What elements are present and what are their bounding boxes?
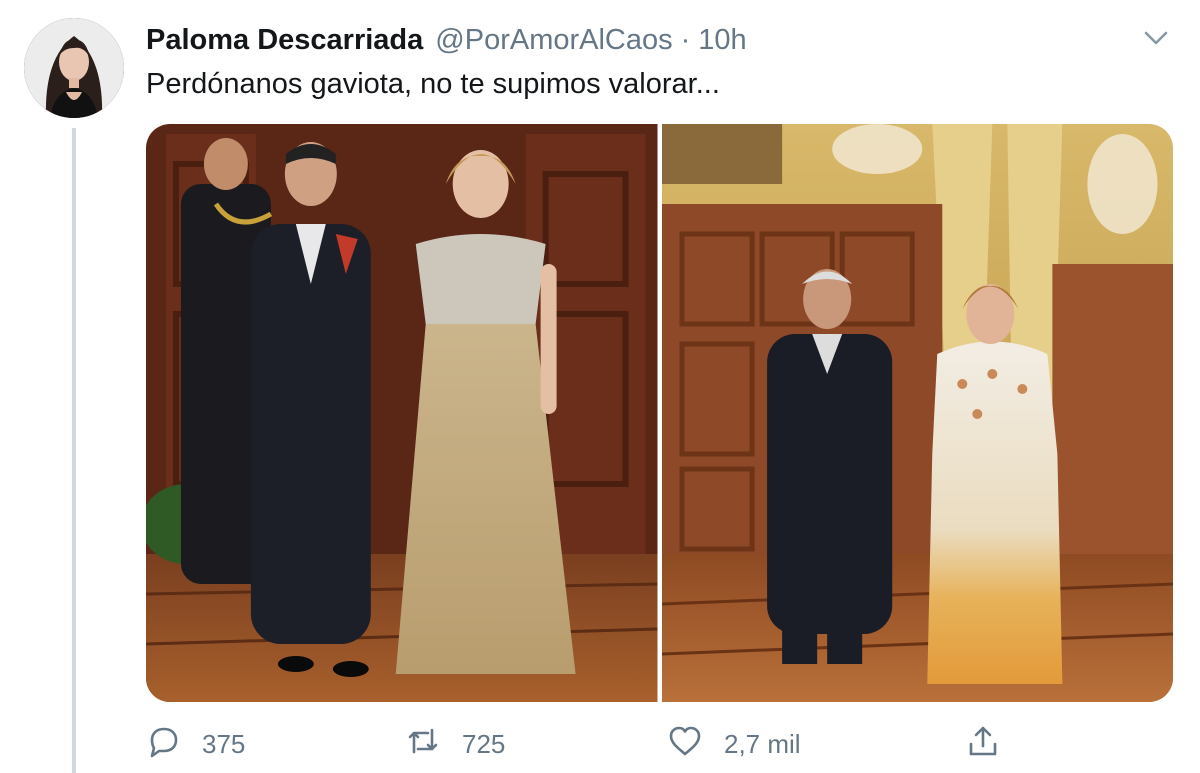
retweet-icon — [406, 724, 440, 765]
share-button[interactable] — [966, 724, 1000, 764]
tweet-time[interactable]: 10h — [698, 24, 746, 57]
reply-bubble-icon — [146, 724, 180, 765]
photo-left-image — [146, 124, 658, 702]
like-count: 2,7 mil — [724, 728, 801, 759]
retweet-button[interactable]: 725 — [406, 724, 505, 764]
tweet-media — [146, 124, 1173, 702]
photo-right[interactable] — [661, 124, 1173, 702]
tweet-actions: 375 725 2,7 mil — [146, 724, 1146, 764]
avatar[interactable] — [24, 18, 124, 118]
like-button[interactable]: 2,7 mil — [668, 724, 801, 764]
reply-count: 375 — [202, 728, 246, 759]
photo-left[interactable] — [146, 124, 658, 702]
tweet-header: Paloma Descarriada @PorAmorAlCaos · 10h — [146, 24, 747, 60]
thread-line — [72, 128, 76, 773]
author-name[interactable]: Paloma Descarriada — [146, 24, 423, 57]
photo-right-image — [661, 124, 1173, 702]
author-handle[interactable]: @PorAmorAlCaos — [435, 24, 672, 57]
avatar-image — [24, 18, 124, 118]
tweet-text: Perdónanos gaviota, no te supimos valora… — [146, 68, 720, 100]
chevron-down-icon[interactable] — [1142, 26, 1170, 50]
reply-button[interactable]: 375 — [146, 724, 245, 764]
tweet: Paloma Descarriada @PorAmorAlCaos · 10h … — [0, 0, 1200, 773]
share-icon — [966, 724, 1000, 765]
separator-dot: · — [680, 24, 691, 56]
retweet-count: 725 — [462, 728, 506, 759]
heart-icon — [668, 724, 702, 765]
